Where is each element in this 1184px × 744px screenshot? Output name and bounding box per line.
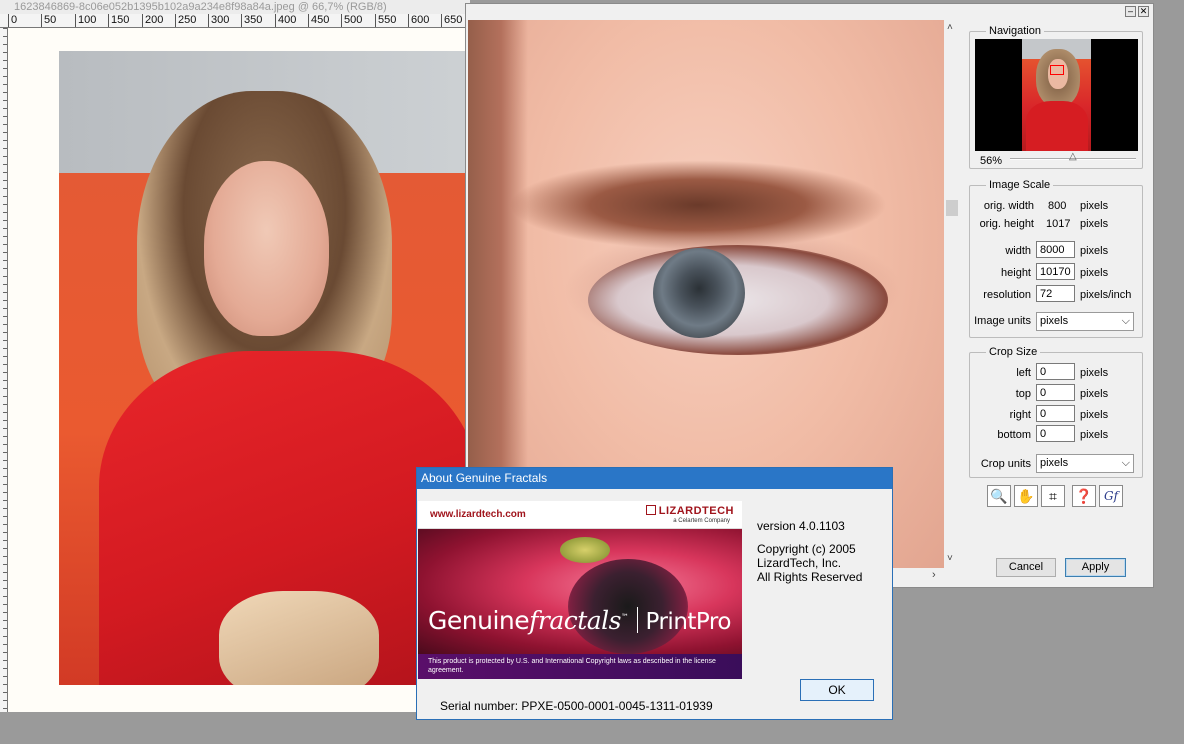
crop-right-input[interactable] bbox=[1036, 405, 1075, 422]
apply-button[interactable]: Apply bbox=[1065, 558, 1126, 577]
crop-size-label: Crop Size bbox=[986, 346, 1041, 358]
height-unit: pixels bbox=[1080, 267, 1109, 279]
crop-bottom-input[interactable] bbox=[1036, 425, 1075, 442]
width-label: width bbox=[1005, 245, 1031, 257]
ruler-label: 350 bbox=[241, 14, 262, 27]
tool-row: 🔍 ✋ ⌗ ❓ Gf bbox=[987, 485, 1123, 507]
ruler-label: 300 bbox=[208, 14, 229, 27]
product-banner: www.lizardtech.com LIZARDTECH a Celartem… bbox=[418, 501, 742, 679]
resolution-unit: pixels/inch bbox=[1080, 289, 1132, 301]
serial-number: Serial number: PPXE-0500-0001-0045-1311-… bbox=[440, 699, 713, 713]
image-scale-label: Image Scale bbox=[986, 179, 1054, 191]
genuine-fractals-icon[interactable]: Gf bbox=[1099, 485, 1123, 507]
close-icon[interactable]: ✕ bbox=[1138, 6, 1149, 17]
resolution-label: resolution bbox=[983, 289, 1031, 301]
width-input[interactable] bbox=[1036, 241, 1075, 258]
logo-text: LIZARDTECH bbox=[658, 505, 734, 517]
orig-width-label: orig. width bbox=[983, 200, 1034, 212]
horizontal-ruler: 0 50 100 150 200 250 300 350 400 450 500… bbox=[0, 14, 470, 28]
ruler-label: 150 bbox=[108, 14, 129, 27]
crop-tool-icon[interactable]: ⌗ bbox=[1041, 485, 1065, 507]
crop-left-input[interactable] bbox=[1036, 363, 1075, 380]
crop-top-unit: pixels bbox=[1080, 388, 1109, 400]
crop-left-label: left bbox=[1016, 367, 1031, 379]
crop-top-label: top bbox=[1015, 388, 1031, 400]
ruler-label: 450 bbox=[308, 14, 329, 27]
about-dialog: About Genuine Fractals www.lizardtech.co… bbox=[416, 467, 893, 720]
view-rectangle[interactable] bbox=[1050, 65, 1064, 75]
ruler-label: 600 bbox=[408, 14, 429, 27]
scroll-up-icon[interactable]: ˄ bbox=[947, 22, 953, 33]
document-canvas[interactable] bbox=[8, 28, 470, 712]
ruler-label: 550 bbox=[375, 14, 396, 27]
hand-tool-icon[interactable]: ✋ bbox=[1014, 485, 1038, 507]
orig-height-label: orig. height bbox=[979, 218, 1034, 230]
image-units-select[interactable]: pixels ⌵ bbox=[1036, 312, 1134, 331]
copyright-line3: All Rights Reserved bbox=[757, 570, 863, 584]
scrollbar-thumb[interactable] bbox=[946, 200, 958, 216]
lizardtech-logo: LIZARDTECH bbox=[645, 505, 734, 517]
window-titlebar: – ✕ bbox=[466, 4, 1153, 20]
crop-units-label: Crop units bbox=[980, 458, 1031, 470]
ruler-label: 500 bbox=[341, 14, 362, 27]
preview-vertical-scrollbar[interactable]: ˄ ˅ bbox=[944, 20, 960, 568]
ruler-label: 100 bbox=[75, 14, 96, 27]
copyright-line1: Copyright (c) 2005 bbox=[757, 542, 856, 556]
version-text: version 4.0.1103 bbox=[757, 519, 845, 533]
resolution-input[interactable] bbox=[1036, 285, 1075, 302]
scroll-down-icon[interactable]: ˅ bbox=[947, 553, 953, 564]
navigation-label: Navigation bbox=[986, 25, 1044, 37]
navigator-view[interactable] bbox=[975, 39, 1138, 151]
vertical-ruler bbox=[0, 28, 8, 712]
crop-top-input[interactable] bbox=[1036, 384, 1075, 401]
banner-legal-text: This product is protected by U.S. and In… bbox=[418, 654, 742, 679]
width-unit: pixels bbox=[1080, 245, 1109, 257]
ok-button[interactable]: OK bbox=[800, 679, 874, 701]
ruler-label: 0 bbox=[8, 14, 17, 27]
portrait-photo bbox=[59, 51, 470, 685]
zoom-percent: 56% bbox=[980, 155, 1003, 167]
height-label: height bbox=[1001, 267, 1031, 279]
ruler-label: 200 bbox=[142, 14, 163, 27]
zoom-slider-knob-icon[interactable]: △ bbox=[1069, 151, 1077, 162]
ruler-label: 250 bbox=[175, 14, 196, 27]
crop-right-unit: pixels bbox=[1080, 409, 1109, 421]
chevron-down-icon: ⌵ bbox=[1121, 457, 1130, 469]
image-scale-group: Image Scale orig. width 800 pixels orig.… bbox=[969, 179, 1143, 338]
banner-artwork: Genuinefractals™ PrintPro bbox=[418, 529, 742, 654]
banner-url: www.lizardtech.com bbox=[430, 509, 526, 520]
orig-width-unit: pixels bbox=[1080, 200, 1109, 212]
navigation-group: Navigation 56% △ bbox=[969, 25, 1143, 169]
orig-height-unit: pixels bbox=[1080, 218, 1109, 230]
zoom-tool-icon[interactable]: 🔍 bbox=[987, 485, 1011, 507]
crop-units-select[interactable]: pixels ⌵ bbox=[1036, 454, 1134, 473]
image-units-value: pixels bbox=[1040, 315, 1069, 327]
ruler-label: 400 bbox=[275, 14, 296, 27]
copyright-line2: LizardTech, Inc. bbox=[757, 556, 842, 570]
height-input[interactable] bbox=[1036, 263, 1075, 280]
orig-width-value: 800 bbox=[1048, 200, 1067, 212]
document-title: 1623846869-8c06e052b1395b102a9a234e8f98a… bbox=[0, 0, 470, 14]
cancel-button[interactable]: Cancel bbox=[996, 558, 1056, 577]
ruler-label: 50 bbox=[41, 14, 56, 27]
crop-left-unit: pixels bbox=[1080, 367, 1109, 379]
about-dialog-title: About Genuine Fractals bbox=[417, 468, 892, 489]
chevron-down-icon: ⌵ bbox=[1121, 315, 1130, 327]
crop-right-label: right bbox=[1009, 409, 1031, 421]
scroll-right-icon[interactable]: › bbox=[932, 569, 936, 581]
product-wordmark: Genuinefractals™ PrintPro bbox=[428, 606, 731, 635]
crop-units-value: pixels bbox=[1040, 457, 1069, 469]
help-icon[interactable]: ❓ bbox=[1072, 485, 1096, 507]
ruler-label: 650 bbox=[441, 14, 462, 27]
crop-size-group: Crop Size left pixels top pixels right p… bbox=[969, 346, 1143, 478]
image-units-label: Image units bbox=[974, 315, 1031, 327]
logo-subtitle: a Celartem Company bbox=[673, 518, 730, 524]
orig-height-value: 1017 bbox=[1046, 218, 1071, 230]
navigator-thumbnail[interactable] bbox=[1022, 39, 1091, 151]
crop-bottom-unit: pixels bbox=[1080, 429, 1109, 441]
crop-bottom-label: bottom bbox=[997, 429, 1031, 441]
minimize-icon[interactable]: – bbox=[1125, 6, 1136, 17]
